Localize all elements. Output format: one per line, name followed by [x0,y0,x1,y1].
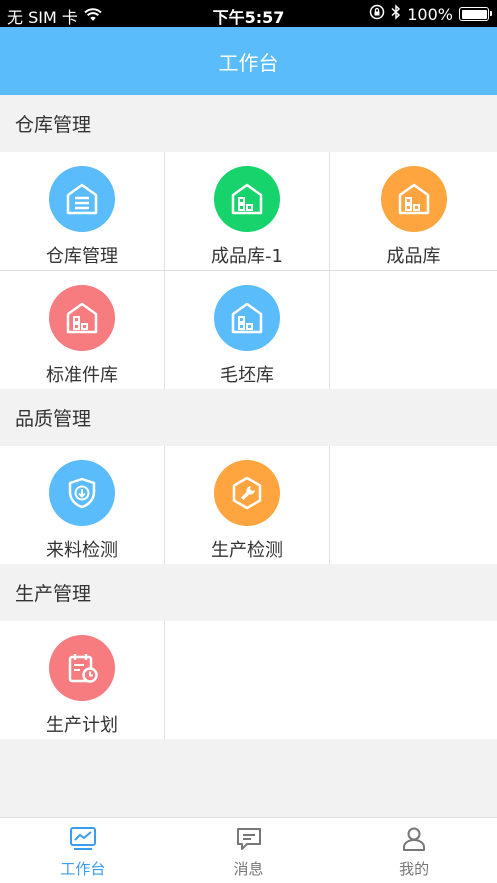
battery-icon [459,7,492,21]
dashboard-chart-icon [69,826,97,856]
tab-workbench[interactable]: 工作台 [0,818,166,883]
calendar-clock-icon [49,635,115,701]
app-production-inspection[interactable]: 生产检测 [165,446,330,564]
warehouse-grid: 仓库管理 成品库-1 成品库 标准件库 毛坯库 [0,152,497,389]
warehouse-list-icon [49,166,115,232]
tab-label: 消息 [233,860,264,878]
bluetooth-icon [391,4,401,24]
tab-label: 我的 [399,860,430,878]
app-label: 标准件库 [46,365,118,386]
tab-label: 工作台 [60,860,106,878]
page-title: 工作台 [218,50,279,75]
tab-profile[interactable]: 我的 [331,818,497,883]
empty-cell [330,271,497,389]
app-standard-parts[interactable]: 标准件库 [0,271,165,389]
warehouse-boxes-icon [214,166,280,232]
warehouse-boxes-icon [49,285,115,351]
message-icon [235,826,263,856]
section-title-warehouse: 仓库管理 [0,95,497,152]
warehouse-boxes-icon [214,285,280,351]
app-label: 生产检测 [211,540,283,561]
nav-bar: 工作台 [0,27,497,95]
shield-download-icon [49,460,115,526]
battery-percent: 100% [407,4,453,24]
app-label: 来料检测 [46,540,118,561]
app-finished-goods[interactable]: 成品库 [330,152,497,270]
wrench-hexagon-icon [214,460,280,526]
empty-cell [330,446,497,564]
app-label: 成品库 [386,246,441,267]
tab-bar: 工作台 消息 我的 [0,817,497,883]
quality-grid: 来料检测 生产检测 [0,446,497,564]
status-bar: 无 SIM 卡 下午5:57 100% [0,0,497,27]
app-production-plan[interactable]: 生产计划 [0,621,165,739]
app-incoming-inspection[interactable]: 来料检测 [0,446,165,564]
app-label: 生产计划 [46,715,118,736]
section-title-quality: 品质管理 [0,389,497,446]
app-label: 仓库管理 [46,246,118,267]
tab-messages[interactable]: 消息 [166,818,332,883]
warehouse-boxes-icon [380,166,447,232]
app-label: 毛坯库 [220,365,274,386]
workbench-content: 仓库管理 仓库管理 成品库-1 成品库 标准件库 毛坯库 品质管理 来料检测 生… [0,95,497,739]
empty-cell [165,621,497,739]
app-blank-stock[interactable]: 毛坯库 [165,271,330,389]
user-icon [400,826,428,856]
app-label: 成品库-1 [211,246,283,267]
app-finished-goods-1[interactable]: 成品库-1 [165,152,330,270]
section-title-production: 生产管理 [0,564,497,621]
app-warehouse-management[interactable]: 仓库管理 [0,152,165,270]
orientation-lock-icon [369,4,385,24]
production-grid: 生产计划 [0,621,497,739]
